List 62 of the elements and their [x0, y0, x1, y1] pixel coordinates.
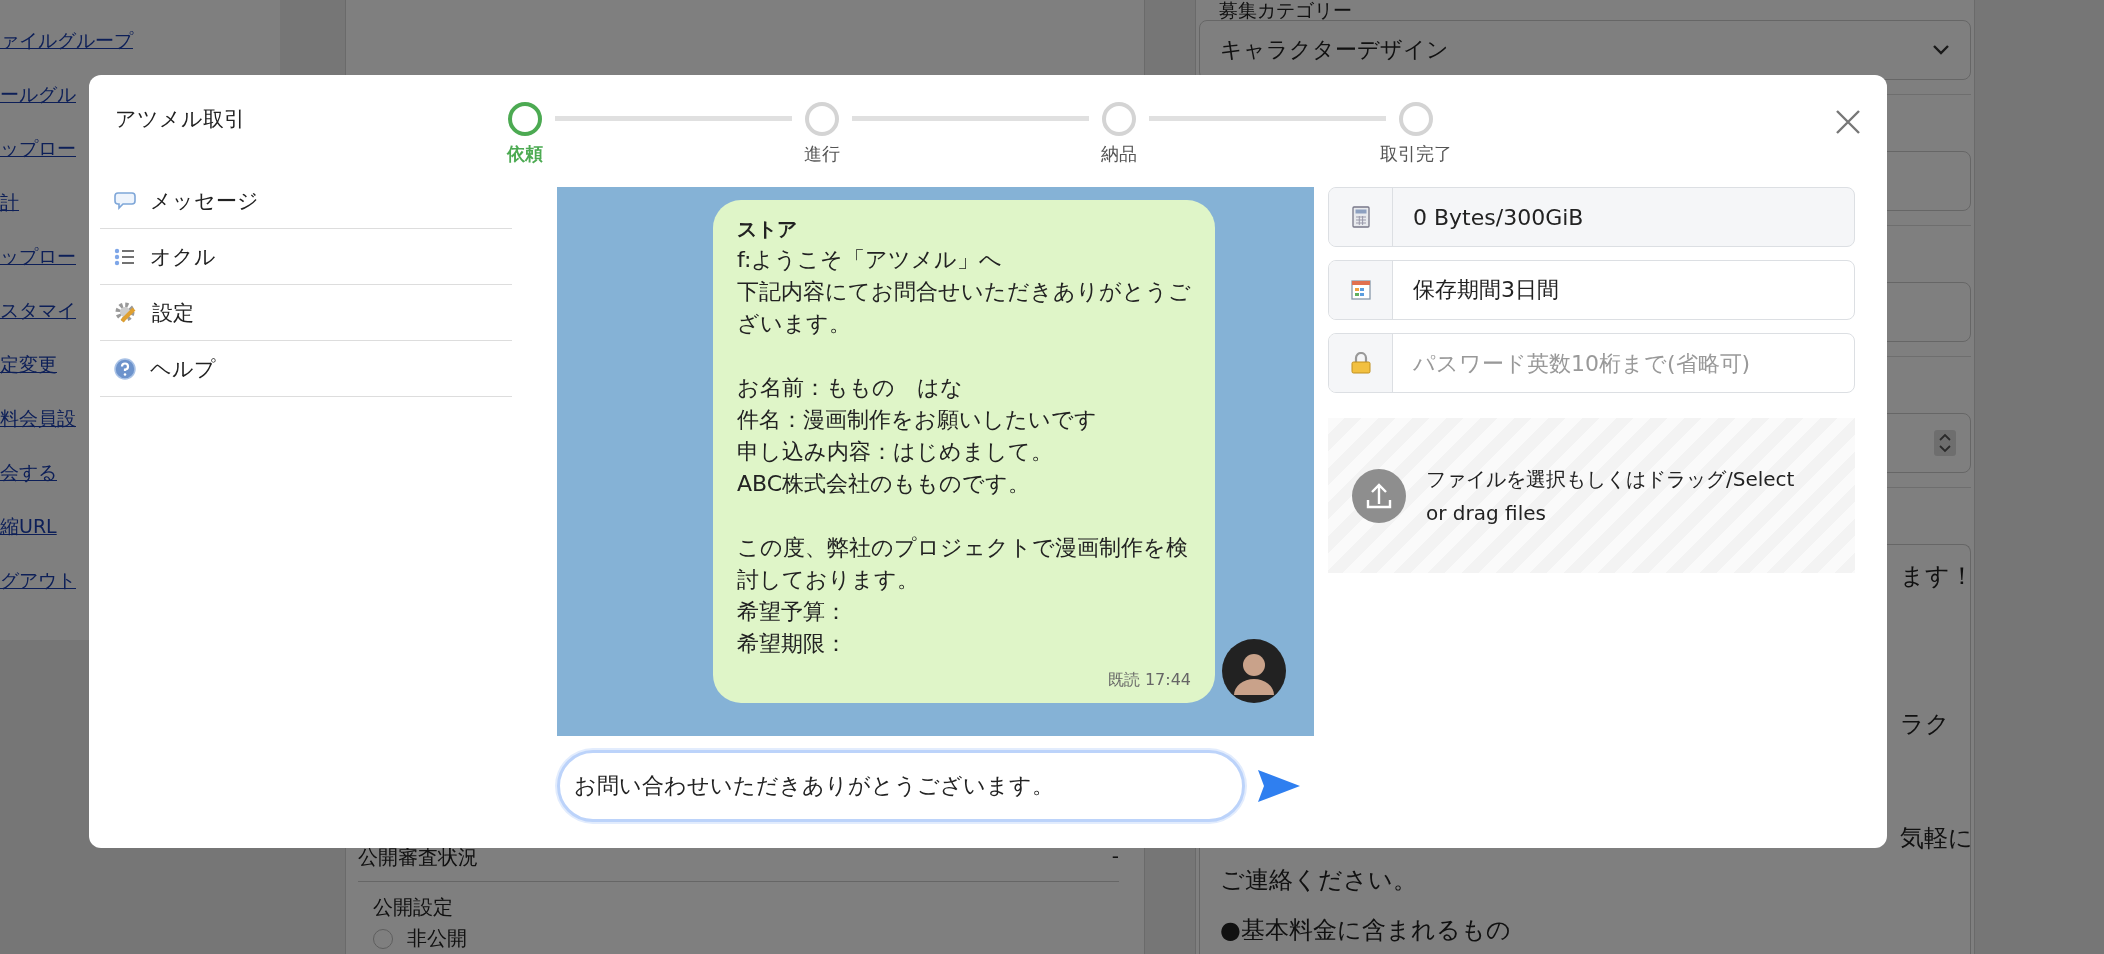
radio-button[interactable] — [373, 928, 393, 949]
setting-label: 公開設定 — [373, 894, 454, 921]
upload-icon — [1352, 468, 1406, 523]
chevron-down-icon — [1932, 44, 1950, 56]
nav-link[interactable]: ールグル — [0, 80, 76, 134]
message-line: 希望予算： — [737, 598, 848, 626]
menu-item[interactable]: ヘルプ — [100, 341, 512, 397]
description-text: 気軽に — [1900, 824, 1973, 852]
chat-bubble-icon — [114, 190, 136, 211]
step-label: 進行 — [804, 142, 840, 166]
message-line: 下記内容にてお問合せいただきありがとうございます。 — [737, 278, 1192, 338]
description-text: ●基本料金に含まれるもの — [1220, 916, 1511, 944]
avatar-icon — [1222, 639, 1286, 703]
step-label: 納品 — [1101, 142, 1137, 166]
nav-link[interactable]: 縮URL — [0, 512, 57, 566]
send-icon[interactable] — [1257, 769, 1301, 803]
status-label: 公開審査状況 — [358, 844, 478, 871]
message-line: f:ようこそ「アツメル」へ — [737, 246, 1004, 274]
menu-item[interactable]: 設定 — [100, 285, 512, 341]
calendar-icon — [1350, 280, 1371, 300]
nav-link[interactable]: 料会員設 — [0, 404, 76, 458]
description-text: ラク — [1900, 710, 1950, 738]
input-text[interactable]: 保存期間3日間 — [1393, 261, 1854, 319]
upload-prompt: ファイルを選択もしくはドラッグ/Select or drag files — [1426, 465, 1796, 527]
nav-link[interactable]: 定変更 — [0, 350, 57, 404]
nav-link[interactable]: グアウト — [0, 566, 76, 620]
calculator-icon — [1351, 206, 1370, 228]
description-text: ご連絡ください。 — [1220, 866, 1417, 894]
input-text[interactable]: パスワード英数10桁まで(省略可) — [1393, 334, 1854, 392]
nav-link[interactable]: 会する — [0, 458, 57, 512]
lock-icon — [1350, 352, 1371, 374]
nav-link[interactable]: 計 — [0, 188, 19, 242]
radio-label: 非公開 — [407, 925, 467, 952]
menu-item[interactable]: メッセージ — [100, 173, 512, 229]
read-status: 既読 17:44 — [1106, 670, 1191, 691]
sender-name: ストア — [737, 216, 798, 243]
message-line: 件名：漫画制作をお願いしたいです — [737, 406, 1098, 434]
upload-dropzone[interactable]: ファイルを選択もしくはドラッグ/Select or drag files — [1328, 418, 1855, 573]
nav-link[interactable]: ップロー — [0, 134, 76, 188]
message-input[interactable]: お問い合わせいただきありがとうございます。 — [557, 750, 1245, 822]
step-label: 依頼 — [507, 142, 543, 166]
status-value: - — [1111, 844, 1119, 870]
category-label: 募集カテゴリー — [1218, 0, 1353, 20]
help-icon — [114, 357, 136, 380]
message-line: この度、弊社のプロジェクトで漫画制作を検討しております。 — [737, 534, 1189, 594]
gear-icon — [114, 300, 138, 325]
input-field[interactable]: 保存期間3日間 — [1328, 260, 1855, 320]
close-icon[interactable] — [1835, 109, 1861, 135]
message-line: お名前：ももの はな — [737, 374, 964, 402]
description-text: ます！ — [1900, 562, 1974, 590]
dialog-title: アツメル取引 — [114, 106, 246, 133]
message-line: 希望期限： — [737, 630, 848, 658]
menu-item[interactable]: オクル — [100, 229, 512, 285]
nav-link[interactable]: ップロー — [0, 242, 76, 296]
storage-usage-text: 0 Bytes/300GiB — [1412, 204, 1584, 230]
spinner-icon[interactable] — [1934, 430, 1956, 456]
message-line: ABC株式会社のもものです。 — [737, 470, 1032, 498]
nav-link[interactable]: スタマイ — [0, 296, 76, 350]
message-line: 申し込み内容：はじめまして。 — [737, 438, 1054, 466]
list-icon — [114, 246, 136, 267]
step-label: 取引完了 — [1380, 142, 1452, 166]
input-field[interactable]: パスワード英数10桁まで(省略可) — [1328, 333, 1855, 393]
